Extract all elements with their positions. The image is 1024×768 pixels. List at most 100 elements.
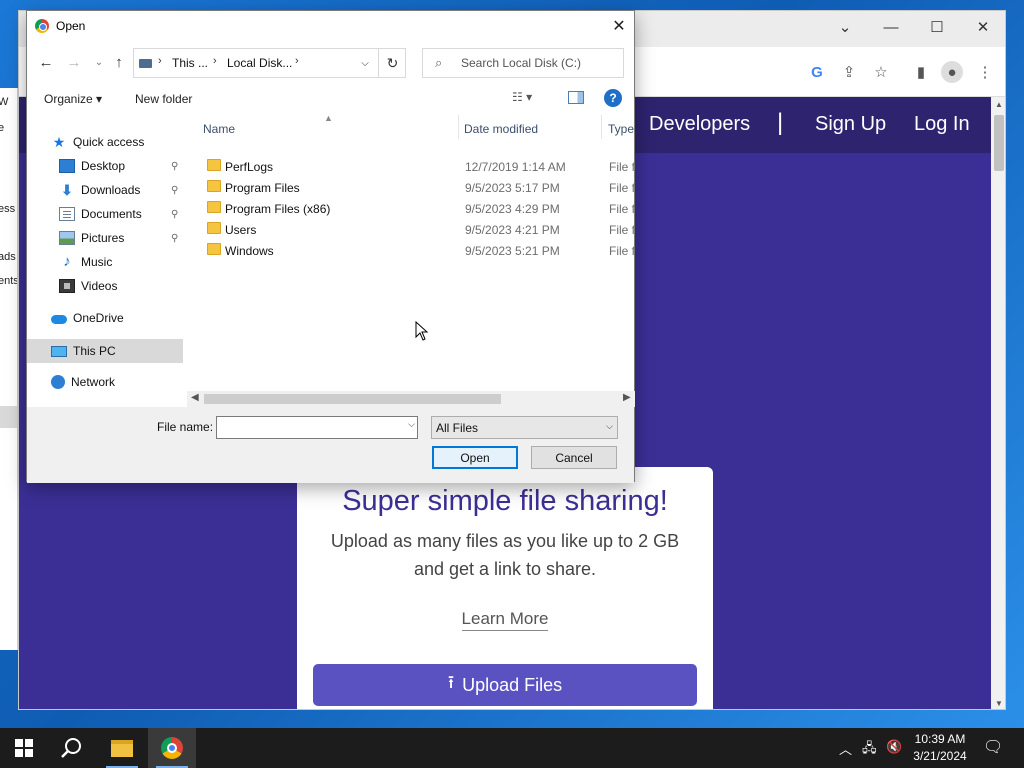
- column-header-date[interactable]: Date modified: [464, 122, 538, 136]
- scroll-down-arrow-icon[interactable]: ▼: [991, 699, 1005, 708]
- help-icon[interactable]: ?: [604, 89, 622, 107]
- nav-separator: |: [777, 109, 784, 136]
- change-view-button[interactable]: ☷ ▾: [512, 90, 550, 108]
- downloads-icon: ⬇: [61, 182, 73, 198]
- scroll-left-arrow-icon[interactable]: ◀: [191, 392, 199, 403]
- taskbar-file-explorer[interactable]: [98, 728, 146, 768]
- file-name-input[interactable]: [220, 420, 395, 435]
- forward-arrow-icon[interactable]: →: [65, 53, 83, 71]
- close-button[interactable]: ✕: [960, 11, 1005, 43]
- explorer-fragment: ads: [0, 251, 16, 263]
- file-name: Program Files (x86): [225, 202, 331, 216]
- column-header-name[interactable]: Name: [203, 122, 235, 136]
- file-list: ▲ Name Date modified Type PerfLogs 12/7/…: [187, 115, 635, 407]
- file-type-select[interactable]: All Files ⌵: [431, 416, 618, 439]
- file-name-combobox[interactable]: ⌵: [216, 416, 418, 439]
- file-row[interactable]: PerfLogs 12/7/2019 1:14 AM File fo: [187, 156, 635, 177]
- dialog-footer: File name: ⌵ All Files ⌵ Open Cancel: [27, 407, 634, 483]
- column-header-type[interactable]: Type: [608, 122, 634, 136]
- nav-downloads[interactable]: ⬇ Downloads: [59, 179, 140, 201]
- search-input[interactable]: [461, 55, 619, 71]
- breadcrumb-this-pc[interactable]: This ...: [172, 56, 208, 70]
- cancel-button[interactable]: Cancel: [531, 446, 617, 469]
- back-arrow-icon[interactable]: ←: [37, 53, 55, 71]
- nav-this-pc[interactable]: This PC: [51, 340, 116, 362]
- nav-quick-access[interactable]: ★ Quick access: [51, 131, 145, 153]
- network-icon[interactable]: 🖧: [862, 739, 877, 761]
- notifications-icon[interactable]: 🗨: [983, 737, 1003, 757]
- nav-network[interactable]: Network: [51, 371, 115, 393]
- taskbar-chrome[interactable]: [148, 728, 196, 768]
- maximize-button[interactable]: ☐: [914, 11, 960, 43]
- horizontal-scrollbar[interactable]: ◀ ▶: [187, 391, 635, 407]
- search-box[interactable]: ⌕: [422, 48, 624, 78]
- star-icon[interactable]: ☆: [870, 61, 892, 83]
- nav-desktop[interactable]: Desktop: [59, 155, 125, 177]
- address-bar[interactable]: › This ... › Local Disk... › ⌵ ↻: [133, 48, 406, 78]
- nav-onedrive[interactable]: OneDrive: [51, 307, 124, 329]
- nav-music[interactable]: ♪ Music: [59, 251, 112, 273]
- scroll-up-arrow-icon[interactable]: ▲: [991, 100, 1005, 109]
- search-icon: ⌕: [435, 55, 443, 70]
- file-row[interactable]: Program Files 9/5/2023 5:17 PM File fo: [187, 177, 635, 198]
- file-row[interactable]: Windows 9/5/2023 5:21 PM File fo: [187, 240, 635, 261]
- background-explorer-window[interactable]: e W ess ads ents: [0, 88, 18, 650]
- new-folder-button[interactable]: New folder: [135, 92, 192, 106]
- minimize-button[interactable]: —: [868, 11, 914, 43]
- organize-menu[interactable]: Organize ▾: [44, 92, 102, 106]
- recent-locations-icon[interactable]: ⌄: [90, 53, 108, 71]
- scroll-right-arrow-icon[interactable]: ▶: [623, 392, 631, 403]
- column-divider[interactable]: [601, 115, 602, 139]
- preview-pane-icon[interactable]: [568, 91, 584, 104]
- file-name: Windows: [225, 244, 274, 258]
- nav-videos[interactable]: Videos: [59, 275, 117, 297]
- pin-icon: ⚲: [171, 185, 179, 196]
- menu-icon[interactable]: ⋮: [974, 61, 996, 83]
- breadcrumb-local-disk[interactable]: Local Disk...: [227, 56, 292, 70]
- chevron-down-icon[interactable]: ⌵: [408, 419, 415, 430]
- folder-icon: [207, 222, 221, 234]
- nav-signup-link[interactable]: Sign Up: [815, 113, 886, 136]
- file-row[interactable]: Program Files (x86) 9/5/2023 4:29 PM Fil…: [187, 198, 635, 219]
- nav-label: Quick access: [73, 135, 145, 149]
- address-dropdown-chevron-icon[interactable]: ⌵: [352, 49, 378, 77]
- google-icon[interactable]: G: [806, 61, 828, 83]
- pin-icon: ⚲: [171, 233, 179, 244]
- sidepanel-icon[interactable]: ▮: [910, 61, 932, 83]
- windows-logo-icon: [15, 739, 33, 757]
- onedrive-icon: [51, 315, 67, 324]
- file-type: File fo: [609, 181, 635, 195]
- volume-muted-icon[interactable]: 🔇: [886, 739, 902, 755]
- folder-icon: [207, 180, 221, 192]
- videos-icon: [59, 279, 75, 293]
- profile-icon[interactable]: ●: [941, 61, 963, 83]
- learn-more-link[interactable]: Learn More: [461, 609, 549, 631]
- clock-date[interactable]: 3/21/2024: [912, 749, 968, 763]
- search-icon: [61, 738, 81, 758]
- nav-documents[interactable]: Documents: [59, 203, 142, 225]
- taskbar-search-button[interactable]: [48, 728, 96, 768]
- open-button[interactable]: Open: [432, 446, 518, 469]
- start-button[interactable]: [0, 728, 48, 768]
- music-icon: ♪: [63, 253, 71, 270]
- nav-login-link[interactable]: Log In: [914, 113, 970, 136]
- scroll-thumb[interactable]: [994, 115, 1004, 171]
- nav-developers-link[interactable]: Developers: [649, 113, 750, 136]
- documents-icon: [59, 207, 75, 221]
- clock-time[interactable]: 10:39 AM: [912, 732, 968, 746]
- tab-search-chevron-icon[interactable]: ⌄: [822, 11, 868, 43]
- show-hidden-icons-chevron-icon[interactable]: ︿: [839, 739, 852, 758]
- refresh-icon[interactable]: ↻: [378, 49, 406, 77]
- up-arrow-icon[interactable]: ↑: [110, 53, 128, 71]
- file-date: 9/5/2023 4:21 PM: [465, 223, 560, 237]
- share-icon[interactable]: ⇪: [838, 61, 860, 83]
- page-scrollbar[interactable]: ▲ ▼: [991, 97, 1005, 709]
- nav-pictures[interactable]: Pictures: [59, 227, 124, 249]
- horizontal-scroll-thumb[interactable]: [204, 394, 501, 404]
- dialog-close-button[interactable]: ✕: [604, 11, 634, 41]
- column-divider[interactable]: [458, 115, 459, 139]
- upload-files-button[interactable]: ⭱ Upload Files: [313, 664, 697, 706]
- file-row[interactable]: Users 9/5/2023 4:21 PM File fo: [187, 219, 635, 240]
- desktop-icon: [59, 159, 75, 173]
- learn-more-container: Learn More: [297, 609, 713, 631]
